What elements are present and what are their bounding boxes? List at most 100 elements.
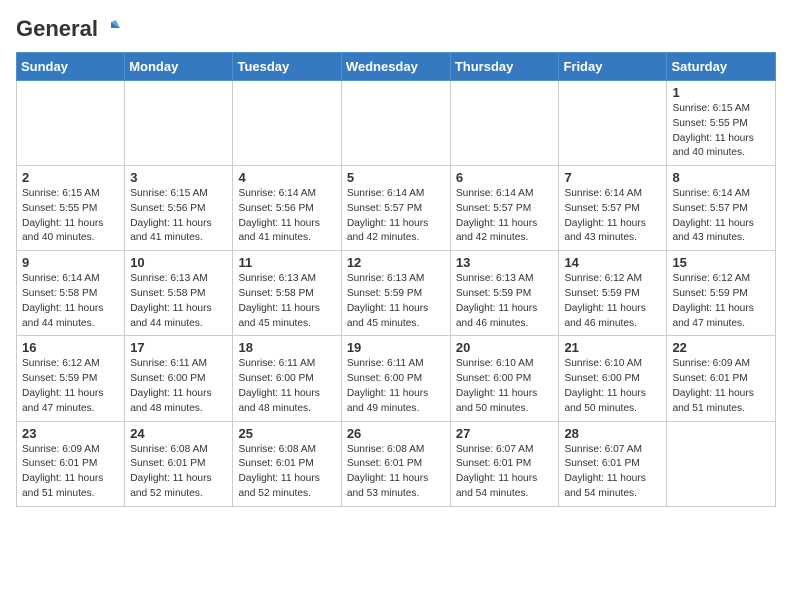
calendar-cell: 1 Sunrise: 6:15 AM Sunset: 5:55 PM Daylig… <box>667 81 776 166</box>
day-number: 15 <box>672 255 770 270</box>
day-info: Sunrise: 6:07 AM Sunset: 6:01 PM Dayligh… <box>564 443 661 502</box>
weekday-header-friday: Friday <box>559 53 667 81</box>
day-info: Sunrise: 6:09 AM Sunset: 6:01 PM Dayligh… <box>22 443 119 502</box>
day-number: 10 <box>130 255 227 270</box>
day-info: Sunrise: 6:10 AM Sunset: 6:00 PM Dayligh… <box>564 357 661 416</box>
calendar-cell: 26 Sunrise: 6:08 AM Sunset: 6:01 PM Dayli… <box>341 421 450 506</box>
calendar-cell: 16Sunrise: 6:12 AM Sunset: 5:59 PM Dayli… <box>17 336 125 421</box>
calendar-cell <box>559 81 667 166</box>
calendar-cell: 15 Sunrise: 6:12 AM Sunset: 5:59 PM Dayli… <box>667 251 776 336</box>
calendar-cell: 22 Sunrise: 6:09 AM Sunset: 6:01 PM Dayli… <box>667 336 776 421</box>
day-number: 18 <box>238 340 335 355</box>
calendar-week-4: 16Sunrise: 6:12 AM Sunset: 5:59 PM Dayli… <box>17 336 776 421</box>
day-number: 13 <box>456 255 554 270</box>
calendar-cell: 10 Sunrise: 6:13 AM Sunset: 5:58 PM Dayli… <box>125 251 233 336</box>
calendar-cell <box>125 81 233 166</box>
day-number: 3 <box>130 170 227 185</box>
day-number: 1 <box>672 85 770 100</box>
weekday-header-monday: Monday <box>125 53 233 81</box>
calendar-cell: 21 Sunrise: 6:10 AM Sunset: 6:00 PM Dayli… <box>559 336 667 421</box>
calendar-header-row: SundayMondayTuesdayWednesdayThursdayFrid… <box>17 53 776 81</box>
day-info: Sunrise: 6:14 AM Sunset: 5:57 PM Dayligh… <box>672 187 770 246</box>
day-info: Sunrise: 6:13 AM Sunset: 5:59 PM Dayligh… <box>347 272 445 331</box>
day-number: 28 <box>564 426 661 441</box>
calendar-cell: 24 Sunrise: 6:08 AM Sunset: 6:01 PM Dayli… <box>125 421 233 506</box>
calendar-cell: 9 Sunrise: 6:14 AM Sunset: 5:58 PM Daylig… <box>17 251 125 336</box>
calendar-week-2: 2 Sunrise: 6:15 AM Sunset: 5:55 PM Daylig… <box>17 166 776 251</box>
calendar-cell <box>341 81 450 166</box>
calendar-cell: 25 Sunrise: 6:08 AM Sunset: 6:01 PM Dayli… <box>233 421 341 506</box>
day-info: Sunrise: 6:15 AM Sunset: 5:55 PM Dayligh… <box>672 102 770 161</box>
logo: General <box>16 16 122 42</box>
calendar-week-3: 9 Sunrise: 6:14 AM Sunset: 5:58 PM Daylig… <box>17 251 776 336</box>
calendar-cell <box>17 81 125 166</box>
calendar-cell: 3 Sunrise: 6:15 AM Sunset: 5:56 PM Daylig… <box>125 166 233 251</box>
weekday-header-wednesday: Wednesday <box>341 53 450 81</box>
calendar-cell: 4Sunrise: 6:14 AM Sunset: 5:56 PM Daylig… <box>233 166 341 251</box>
day-number: 20 <box>456 340 554 355</box>
weekday-header-tuesday: Tuesday <box>233 53 341 81</box>
day-info: Sunrise: 6:08 AM Sunset: 6:01 PM Dayligh… <box>238 443 335 502</box>
logo-bird-icon <box>100 18 122 40</box>
day-number: 26 <box>347 426 445 441</box>
day-number: 4 <box>238 170 335 185</box>
day-info: Sunrise: 6:14 AM Sunset: 5:58 PM Dayligh… <box>22 272 119 331</box>
day-number: 25 <box>238 426 335 441</box>
calendar-cell: 20 Sunrise: 6:10 AM Sunset: 6:00 PM Dayli… <box>450 336 559 421</box>
day-number: 24 <box>130 426 227 441</box>
calendar-cell <box>450 81 559 166</box>
day-number: 27 <box>456 426 554 441</box>
day-number: 2 <box>22 170 119 185</box>
day-number: 12 <box>347 255 445 270</box>
day-info: Sunrise: 6:15 AM Sunset: 5:55 PM Dayligh… <box>22 187 119 246</box>
day-info: Sunrise: 6:11 AM Sunset: 6:00 PM Dayligh… <box>347 357 445 416</box>
day-number: 21 <box>564 340 661 355</box>
day-info: Sunrise: 6:13 AM Sunset: 5:59 PM Dayligh… <box>456 272 554 331</box>
calendar-cell <box>667 421 776 506</box>
page-header: General <box>16 16 776 42</box>
day-info: Sunrise: 6:08 AM Sunset: 6:01 PM Dayligh… <box>130 443 227 502</box>
calendar-cell: 23Sunrise: 6:09 AM Sunset: 6:01 PM Dayli… <box>17 421 125 506</box>
day-number: 11 <box>238 255 335 270</box>
calendar-cell: 8Sunrise: 6:14 AM Sunset: 5:57 PM Daylig… <box>667 166 776 251</box>
calendar-table: SundayMondayTuesdayWednesdayThursdayFrid… <box>16 52 776 507</box>
day-info: Sunrise: 6:14 AM Sunset: 5:57 PM Dayligh… <box>347 187 445 246</box>
calendar-cell: 27Sunrise: 6:07 AM Sunset: 6:01 PM Dayli… <box>450 421 559 506</box>
calendar-cell: 5Sunrise: 6:14 AM Sunset: 5:57 PM Daylig… <box>341 166 450 251</box>
calendar-cell: 11 Sunrise: 6:13 AM Sunset: 5:58 PM Dayli… <box>233 251 341 336</box>
calendar-cell: 12 Sunrise: 6:13 AM Sunset: 5:59 PM Dayli… <box>341 251 450 336</box>
day-number: 14 <box>564 255 661 270</box>
day-number: 19 <box>347 340 445 355</box>
calendar-cell: 28 Sunrise: 6:07 AM Sunset: 6:01 PM Dayli… <box>559 421 667 506</box>
day-number: 22 <box>672 340 770 355</box>
calendar-week-5: 23Sunrise: 6:09 AM Sunset: 6:01 PM Dayli… <box>17 421 776 506</box>
day-number: 16 <box>22 340 119 355</box>
calendar-cell: 2 Sunrise: 6:15 AM Sunset: 5:55 PM Daylig… <box>17 166 125 251</box>
calendar-week-1: 1 Sunrise: 6:15 AM Sunset: 5:55 PM Daylig… <box>17 81 776 166</box>
day-info: Sunrise: 6:10 AM Sunset: 6:00 PM Dayligh… <box>456 357 554 416</box>
day-number: 17 <box>130 340 227 355</box>
day-info: Sunrise: 6:13 AM Sunset: 5:58 PM Dayligh… <box>238 272 335 331</box>
day-info: Sunrise: 6:09 AM Sunset: 6:01 PM Dayligh… <box>672 357 770 416</box>
calendar-cell: 13 Sunrise: 6:13 AM Sunset: 5:59 PM Dayli… <box>450 251 559 336</box>
calendar-cell: 19 Sunrise: 6:11 AM Sunset: 6:00 PM Dayli… <box>341 336 450 421</box>
day-info: Sunrise: 6:08 AM Sunset: 6:01 PM Dayligh… <box>347 443 445 502</box>
day-info: Sunrise: 6:11 AM Sunset: 6:00 PM Dayligh… <box>238 357 335 416</box>
calendar-cell: 7 Sunrise: 6:14 AM Sunset: 5:57 PM Daylig… <box>559 166 667 251</box>
calendar-cell: 14 Sunrise: 6:12 AM Sunset: 5:59 PM Dayli… <box>559 251 667 336</box>
day-number: 7 <box>564 170 661 185</box>
day-info: Sunrise: 6:11 AM Sunset: 6:00 PM Dayligh… <box>130 357 227 416</box>
weekday-header-saturday: Saturday <box>667 53 776 81</box>
logo-general: General <box>16 16 98 42</box>
calendar-cell: 6 Sunrise: 6:14 AM Sunset: 5:57 PM Daylig… <box>450 166 559 251</box>
day-info: Sunrise: 6:12 AM Sunset: 5:59 PM Dayligh… <box>672 272 770 331</box>
day-number: 6 <box>456 170 554 185</box>
day-info: Sunrise: 6:15 AM Sunset: 5:56 PM Dayligh… <box>130 187 227 246</box>
weekday-header-thursday: Thursday <box>450 53 559 81</box>
day-info: Sunrise: 6:13 AM Sunset: 5:58 PM Dayligh… <box>130 272 227 331</box>
day-info: Sunrise: 6:14 AM Sunset: 5:57 PM Dayligh… <box>564 187 661 246</box>
calendar-cell: 18 Sunrise: 6:11 AM Sunset: 6:00 PM Dayli… <box>233 336 341 421</box>
day-info: Sunrise: 6:12 AM Sunset: 5:59 PM Dayligh… <box>564 272 661 331</box>
day-number: 9 <box>22 255 119 270</box>
day-info: Sunrise: 6:14 AM Sunset: 5:57 PM Dayligh… <box>456 187 554 246</box>
